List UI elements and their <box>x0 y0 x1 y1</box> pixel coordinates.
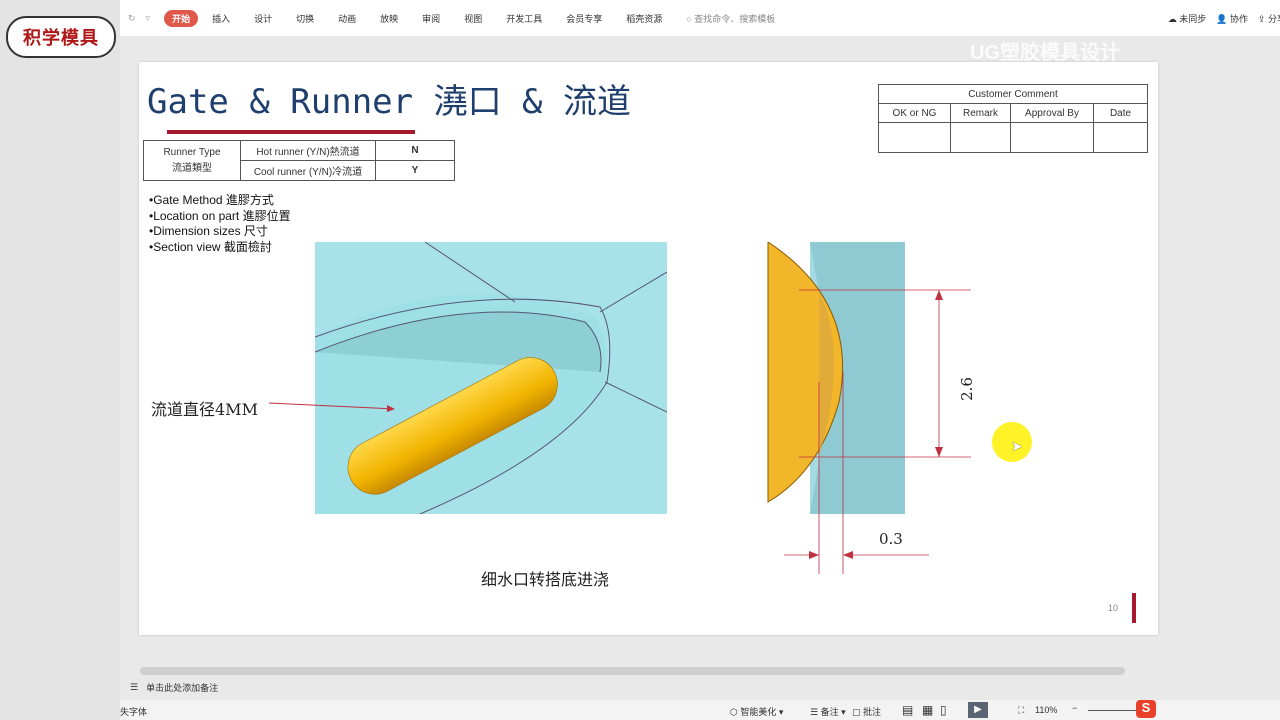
reading-view-icon[interactable]: ▯ <box>940 703 947 717</box>
bullet-item: •Section view 截面檢討 <box>149 239 272 254</box>
customer-comment-table: Customer Comment OK or NG Remark Approva… <box>878 84 1148 153</box>
collab-button[interactable]: 👤 协作 <box>1216 12 1248 25</box>
customer-comment-title: Customer Comment <box>878 84 1148 104</box>
notes-placeholder: 单击此处添加备注 <box>146 682 219 693</box>
tab-review[interactable]: 审阅 <box>422 12 440 25</box>
height-dimension: 2.6 <box>957 377 976 401</box>
runner-type-table: Runner Type 流道類型 Hot runner (Y/N)熱流道 N Co… <box>143 140 455 181</box>
header-ok-ng: OK or NG <box>878 103 951 123</box>
normal-view-icon[interactable]: ▤ <box>902 703 913 717</box>
cool-runner-label: Cool runner (Y/N)冷流道 <box>240 160 376 181</box>
runner-3d-drawing <box>315 242 667 514</box>
status-bar: 失字体 ⬡ 智能美化 ▾ ☰ 备注 ▾ ▢ 批注 ▤ ▦ ▯ ▶ ⛶ 110% … <box>120 700 1280 720</box>
missing-font-label[interactable]: 失字体 <box>120 705 147 718</box>
tab-start[interactable]: 开始 <box>164 9 199 27</box>
slide-caption: 细水口转搭底进浇 <box>481 570 610 589</box>
tab-design[interactable]: 设计 <box>254 12 272 25</box>
tab-slideshow[interactable]: 放映 <box>380 12 398 25</box>
fit-icon[interactable]: ⛶ <box>1018 705 1024 716</box>
tab-transition[interactable]: 切换 <box>296 12 314 25</box>
comment-button[interactable]: ▢ 批注 <box>852 705 881 718</box>
cool-runner-value: Y <box>375 160 455 181</box>
notes-button[interactable]: ☰ 备注 ▾ <box>810 705 846 718</box>
ribbon-tabs: ↻ ▿ 开始 插入 设计 切换 动画 放映 审阅 视图 开发工具 会员专享 稻壳… <box>120 0 1280 36</box>
tab-developer[interactable]: 开发工具 <box>506 12 542 25</box>
bullet-item: •Location on part 進膠位置 <box>149 208 291 223</box>
collab-label: 协作 <box>1229 13 1248 24</box>
tab-docer[interactable]: 稻壳资源 <box>626 12 662 25</box>
hot-runner-label: Hot runner (Y/N)熱流道 <box>240 140 376 161</box>
sync-label: 未同步 <box>1179 13 1207 24</box>
sync-button[interactable]: ☁ 未同步 <box>1168 12 1207 25</box>
cell[interactable] <box>1093 122 1148 153</box>
zoom-slider[interactable] <box>1088 710 1138 711</box>
tab-member[interactable]: 会员专享 <box>566 12 602 25</box>
header-approval: Approval By <box>1010 103 1094 123</box>
dropdown-icon[interactable]: ▿ <box>146 13 151 24</box>
notes-bar[interactable]: ☰ 单击此处添加备注 <box>120 676 1160 698</box>
sogou-icon[interactable]: S <box>1136 700 1156 718</box>
slide[interactable]: Gate & Runner 澆口 & 流道 Runner Type 流道類型 Ho… <box>139 62 1158 635</box>
grid-view-icon[interactable]: ▦ <box>922 703 933 717</box>
slide-title: Gate & Runner 澆口 & 流道 <box>147 82 631 122</box>
bullet-item: •Gate Method 進膠方式 <box>149 193 274 207</box>
runner-diameter-label: 流道直径4MM <box>151 400 258 419</box>
tab-insert[interactable]: 插入 <box>212 12 230 25</box>
tab-view[interactable]: 视图 <box>464 12 482 25</box>
redo-icon[interactable]: ↻ <box>128 13 136 24</box>
width-dimension: 0.3 <box>879 530 903 548</box>
page-number: 10 <box>1108 603 1119 613</box>
notes-icon: ☰ <box>130 681 139 692</box>
mouse-cursor-icon: ➤ <box>1011 438 1023 454</box>
cell[interactable] <box>1010 122 1094 153</box>
logo-text: 积学模具 <box>23 28 99 48</box>
runner-type-label: Runner Type 流道類型 <box>143 140 241 181</box>
search-icon: ○ <box>686 13 692 24</box>
beautify-button[interactable]: ⬡ 智能美化 ▾ <box>730 705 783 718</box>
watermark: UG塑胶模具设计 <box>970 42 1120 64</box>
leader-arrow <box>269 402 395 412</box>
page-marker <box>1132 593 1136 623</box>
gate-section-drawing[interactable] <box>759 242 979 582</box>
bullet-list: •Gate Method 進膠方式 •Location on part 進膠位置… <box>149 193 291 255</box>
logo: 积学模具 <box>6 16 116 58</box>
tab-animation[interactable]: 动画 <box>338 12 356 25</box>
horizontal-scrollbar[interactable] <box>140 667 1125 675</box>
cell[interactable] <box>878 122 951 153</box>
share-label: 分享 <box>1268 13 1280 24</box>
hot-runner-value: N <box>375 140 455 161</box>
runner-3d-image[interactable] <box>315 242 667 514</box>
search-placeholder: 查找命令、搜索模板 <box>694 13 776 24</box>
search-box[interactable]: ○ 查找命令、搜索模板 <box>686 12 775 25</box>
title-underline <box>167 130 415 134</box>
play-button[interactable]: ▶ <box>968 702 988 718</box>
header-date: Date <box>1093 103 1148 123</box>
bullet-item: •Dimension sizes 尺寸 <box>149 224 268 238</box>
header-remark: Remark <box>950 103 1011 123</box>
left-pane <box>0 0 120 720</box>
zoom-out-button[interactable]: − <box>1072 703 1077 713</box>
cell[interactable] <box>950 122 1011 153</box>
zoom-level[interactable]: 110% <box>1035 705 1057 715</box>
share-button[interactable]: ⇪ 分享 <box>1258 12 1280 25</box>
